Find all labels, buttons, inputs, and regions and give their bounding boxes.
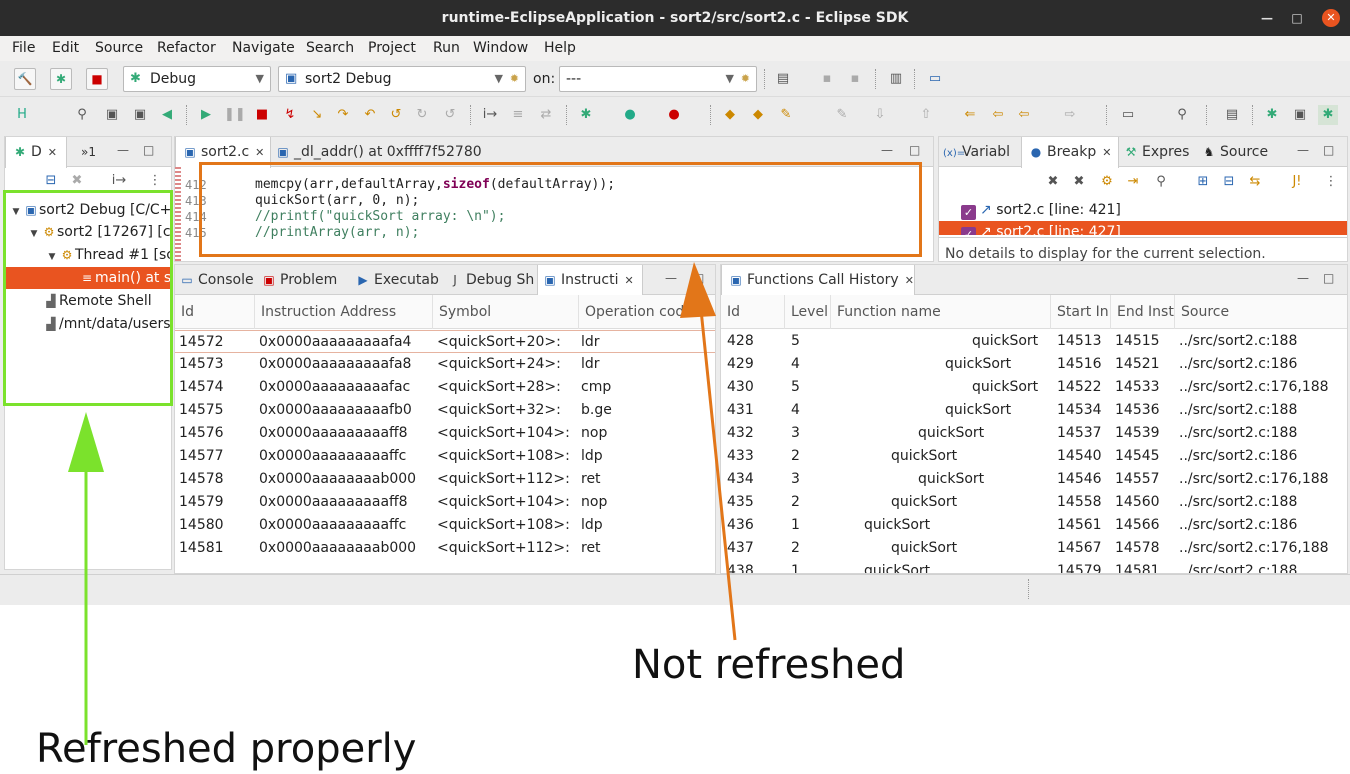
- not-refreshed-caption: Not refreshed: [632, 642, 906, 688]
- orange-arrow-head: [680, 262, 716, 318]
- refreshed-caption: Refreshed properly: [36, 726, 417, 772]
- orange-arrow-shaft: [698, 299, 737, 641]
- green-arrow-head: [68, 412, 104, 472]
